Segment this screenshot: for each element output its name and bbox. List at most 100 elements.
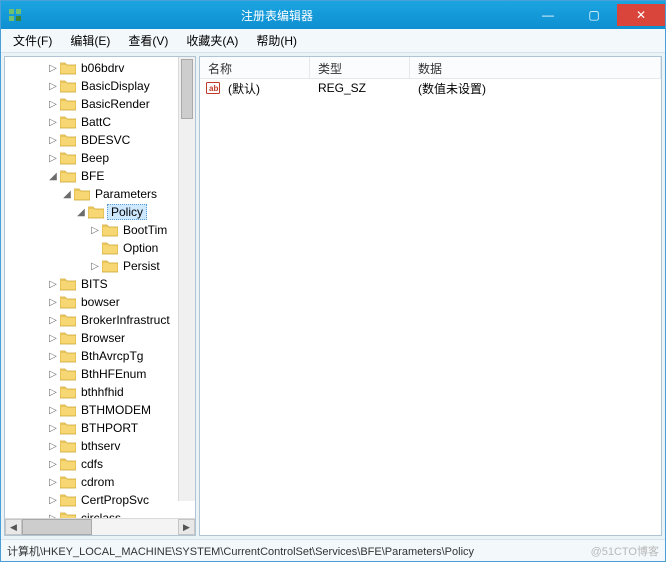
expander-icon[interactable]: ▷	[47, 477, 59, 488]
expander-icon[interactable]: ◢	[47, 171, 59, 182]
expander-icon[interactable]: ▷	[47, 405, 59, 416]
tree-item[interactable]: ▷BootTim	[5, 221, 195, 239]
tree-item-label: Parameters	[93, 187, 159, 201]
tree-item-label: cdfs	[79, 457, 105, 471]
close-button[interactable]: ✕	[617, 4, 665, 26]
tree-item[interactable]: Option	[5, 239, 195, 257]
list-body[interactable]: ab (默认) REG_SZ (数值未设置)	[200, 79, 661, 535]
expander-icon[interactable]: ▷	[47, 153, 59, 164]
expander-icon[interactable]: ◢	[61, 189, 73, 200]
expander-icon[interactable]: ▷	[47, 297, 59, 308]
folder-icon	[60, 169, 76, 183]
tree-item[interactable]: ▷BrokerInfrastruct	[5, 311, 195, 329]
tree-item[interactable]: ▷ circlass	[5, 509, 195, 518]
menubar: 文件(F) 编辑(E) 查看(V) 收藏夹(A) 帮助(H)	[1, 29, 665, 53]
tree-item-label: BDESVC	[79, 133, 132, 147]
expander-icon[interactable]: ▷	[89, 225, 101, 236]
menu-view[interactable]: 查看(V)	[120, 30, 176, 51]
expander-icon[interactable]: ▷	[47, 279, 59, 290]
expander-icon[interactable]: ▷	[47, 387, 59, 398]
titlebar[interactable]: 注册表编辑器 — ▢ ✕	[1, 1, 665, 29]
tree-item-label: circlass	[79, 511, 123, 518]
tree-item[interactable]: ◢BFE	[5, 167, 195, 185]
expander-icon[interactable]: ▷	[47, 369, 59, 380]
menu-file[interactable]: 文件(F)	[5, 30, 60, 51]
scrollbar-thumb[interactable]	[22, 519, 92, 535]
tree-item[interactable]: ◢ Policy	[5, 203, 195, 221]
minimize-button[interactable]: —	[525, 4, 571, 26]
tree-item-label: BITS	[79, 277, 110, 291]
folder-icon	[60, 61, 76, 75]
expander-icon[interactable]: ▷	[47, 63, 59, 74]
expander-icon[interactable]: ▷	[47, 459, 59, 470]
tree-vertical-scrollbar[interactable]	[178, 57, 195, 501]
scrollbar-thumb[interactable]	[181, 59, 193, 119]
expander-icon[interactable]: ▷	[47, 513, 59, 519]
tree-item-label: CertPropSvc	[79, 493, 151, 507]
cell-data: (数值未设置)	[410, 80, 661, 97]
column-header-name[interactable]: 名称	[200, 57, 310, 78]
menu-help[interactable]: 帮助(H)	[248, 30, 305, 51]
folder-icon	[102, 259, 118, 273]
expander-icon[interactable]: ▷	[47, 135, 59, 146]
expander-icon[interactable]: ▷	[47, 99, 59, 110]
tree-horizontal-scrollbar[interactable]: ◀ ▶	[5, 518, 195, 535]
tree-item[interactable]: ▷BTHMODEM	[5, 401, 195, 419]
tree-item[interactable]: ▷ CertPropSvc	[5, 491, 195, 509]
expander-icon[interactable]: ◢	[75, 207, 87, 218]
tree-item[interactable]: ◢ Parameters	[5, 185, 195, 203]
folder-icon	[60, 475, 76, 489]
tree-item[interactable]: ▷bthserv	[5, 437, 195, 455]
expander-icon[interactable]: ▷	[47, 495, 59, 506]
tree-item[interactable]: ▷ BDESVC	[5, 131, 195, 149]
expander-icon[interactable]: ▷	[47, 315, 59, 326]
tree-item[interactable]: ▷cdrom	[5, 473, 195, 491]
tree-item-label: BattC	[79, 115, 113, 129]
scroll-right-button[interactable]: ▶	[178, 519, 195, 535]
list-row[interactable]: ab (默认) REG_SZ (数值未设置)	[200, 79, 661, 97]
string-value-icon: ab	[206, 81, 220, 95]
expander-icon[interactable]: ▷	[47, 441, 59, 452]
column-header-data[interactable]: 数据	[410, 57, 661, 78]
tree-item[interactable]: ▷ BattC	[5, 113, 195, 131]
status-path: 计算机\HKEY_LOCAL_MACHINE\SYSTEM\CurrentCon…	[7, 543, 474, 559]
column-header-type[interactable]: 类型	[310, 57, 410, 78]
tree-item[interactable]: ▷BasicRender	[5, 95, 195, 113]
scroll-left-button[interactable]: ◀	[5, 519, 22, 535]
menu-favorites[interactable]: 收藏夹(A)	[178, 30, 246, 51]
expander-icon[interactable]: ▷	[47, 423, 59, 434]
tree-item[interactable]: ▷bowser	[5, 293, 195, 311]
menu-edit[interactable]: 编辑(E)	[62, 30, 118, 51]
tree-item[interactable]: ▷ BthHFEnum	[5, 365, 195, 383]
scroll-track[interactable]	[22, 519, 178, 535]
tree-item[interactable]: ▷BasicDisplay	[5, 77, 195, 95]
tree-item[interactable]: ▷bthhfhid	[5, 383, 195, 401]
maximize-button[interactable]: ▢	[571, 4, 617, 26]
tree-item[interactable]: ▷ cdfs	[5, 455, 195, 473]
tree-item[interactable]: ▷b06bdrv	[5, 59, 195, 77]
tree-scroll[interactable]: ▷b06bdrv▷BasicDisplay▷BasicRender▷BattC▷…	[5, 57, 195, 518]
folder-icon	[60, 421, 76, 435]
folder-icon	[60, 439, 76, 453]
tree-item[interactable]: ▷ BITS	[5, 275, 195, 293]
folder-icon	[60, 457, 76, 471]
expander-icon[interactable]: ▷	[47, 117, 59, 128]
tree-item[interactable]: ▷BthAvrcpTg	[5, 347, 195, 365]
tree-item-label: BthHFEnum	[79, 367, 148, 381]
folder-icon	[60, 295, 76, 309]
folder-icon	[60, 367, 76, 381]
folder-icon	[60, 97, 76, 111]
tree-item[interactable]: ▷ Browser	[5, 329, 195, 347]
tree-item-label: Policy	[107, 204, 147, 220]
tree-item-label: BTHPORT	[79, 421, 140, 435]
tree-item-label: Browser	[79, 331, 127, 345]
expander-icon[interactable]: ▷	[47, 81, 59, 92]
expander-icon[interactable]: ▷	[47, 351, 59, 362]
folder-icon	[60, 403, 76, 417]
tree-item[interactable]: ▷Persist	[5, 257, 195, 275]
expander-icon[interactable]: ▷	[47, 333, 59, 344]
expander-icon[interactable]: ▷	[89, 261, 101, 272]
list-header: 名称 类型 数据	[200, 57, 661, 79]
tree-item[interactable]: ▷Beep	[5, 149, 195, 167]
tree-item[interactable]: ▷ BTHPORT	[5, 419, 195, 437]
